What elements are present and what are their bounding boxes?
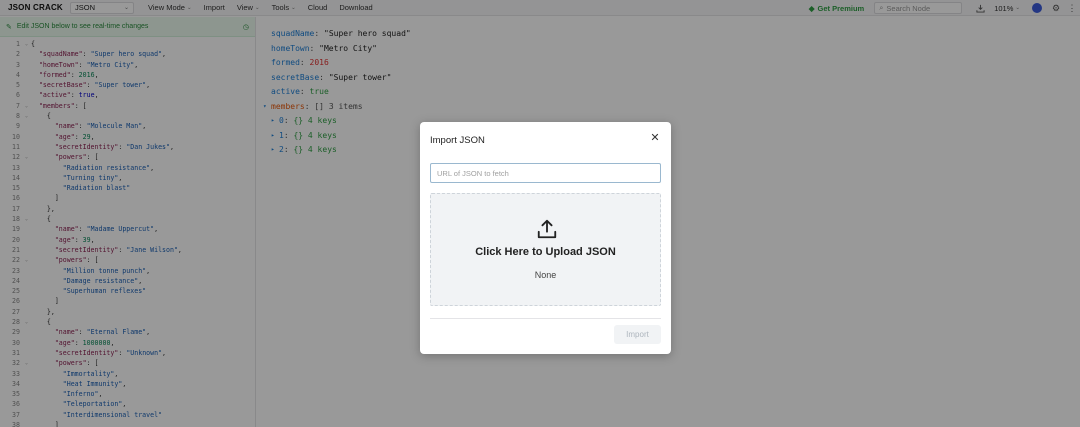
selected-file-name: None [534,270,557,280]
close-icon[interactable]: ✕ [649,132,661,144]
modal-divider [430,318,661,319]
upload-dropzone[interactable]: Click Here to Upload JSON None [430,193,661,306]
modal-title: Import JSON [430,135,485,146]
url-input[interactable] [430,163,661,183]
upload-icon [537,219,557,239]
import-json-modal: Import JSON ✕ Click Here to Upload JSON … [420,122,671,354]
upload-label: Click Here to Upload JSON [475,246,616,258]
import-button[interactable]: Import [614,325,661,344]
